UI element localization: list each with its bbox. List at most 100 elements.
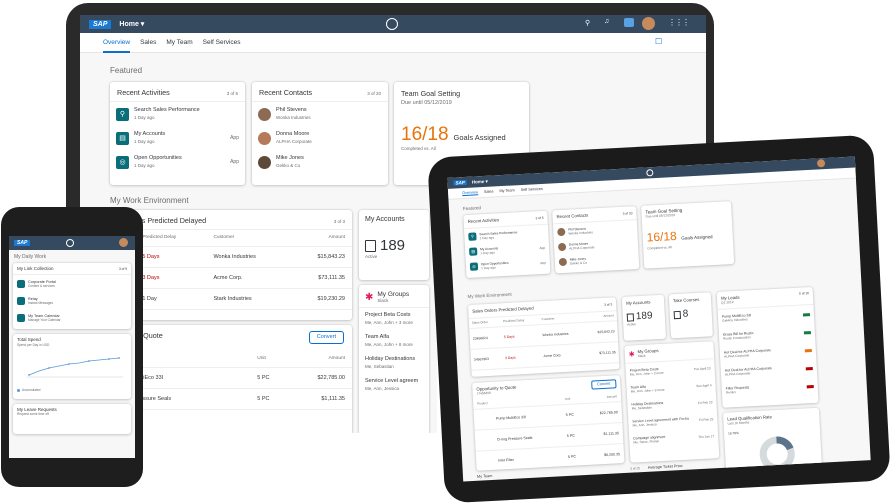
list-item[interactable]: Campaign alignment Me, Steve, Florian Thu … (629, 427, 719, 449)
status-badge (802, 312, 811, 316)
status-badge (806, 384, 814, 388)
accounts-icon (365, 239, 376, 252)
list-item[interactable]: Donna Moore ALPHA Corporate (252, 126, 388, 150)
portal-icon (17, 279, 25, 288)
list-item[interactable]: ◎ Open Opportunities 1 Day ago App (466, 255, 551, 274)
recent-contacts-card[interactable]: Recent Contacts 3 of 20 Phil Stevens Wonka… (552, 206, 640, 274)
phone-screen: SAP My Daily Work My Link Collection 3 of… (9, 236, 135, 458)
list-item[interactable]: Service Level agreem Me, Ann, Jessica (359, 374, 429, 396)
avatar[interactable] (816, 159, 826, 168)
table-row[interactable]: Pump MultiEco 33I5 PC$22,785.00 (110, 367, 352, 389)
avatar[interactable] (642, 17, 655, 30)
card-title: Recent Activities (117, 88, 170, 97)
sap-logo: SAP (453, 179, 467, 186)
list-item[interactable]: Project Beta Costs Me, Ann, John + 3 more (359, 308, 429, 330)
list-item[interactable]: Mike Jones Gekko & Co (554, 250, 639, 269)
accounts-icon: ▤ (116, 131, 129, 145)
list-item[interactable]: Corporate Portal Content & services (13, 275, 131, 292)
edit-icon[interactable]: ☐ (655, 37, 662, 46)
tab-self-services[interactable]: Self Services (203, 39, 241, 46)
featured-title: Featured (462, 205, 482, 212)
tab-self-services[interactable]: Self Services (521, 187, 543, 192)
avatar (557, 242, 567, 251)
kpi-value: 16/18 (401, 124, 449, 145)
copilot-icon[interactable] (66, 239, 74, 247)
my-leads-card[interactable]: My Leads 5 of 10 Q1 2019 Pump MultiEco 33I… (716, 286, 819, 408)
list-item[interactable]: Relay Instant Messages (13, 292, 131, 309)
my-accounts-card[interactable]: My Accounts 189 Active (359, 210, 429, 280)
recent-activities-card[interactable]: Recent Activities 3 of 5 ⚲ Search Sales Pe… (463, 210, 551, 279)
convert-button[interactable]: Convert (590, 379, 617, 390)
card-title: My Groups (377, 291, 410, 298)
team-goal-card[interactable]: Team Goal Setting Due until 05/12/2019 1… (641, 201, 735, 269)
copilot-icon[interactable] (386, 18, 398, 30)
calendar-icon (17, 313, 25, 322)
my-groups-card[interactable]: ✱ My Groups Slack Project Beta Costs Me, A… (624, 341, 720, 463)
card-title: Team Goal Setting (401, 89, 461, 98)
recent-contacts-card[interactable]: Recent Contacts 3 of 20 Phil Stevens Wonka… (252, 82, 388, 185)
accounts-icon: ▤ (468, 246, 478, 256)
shell-bar: SAP (9, 236, 135, 250)
copilot-icon[interactable] (646, 169, 654, 177)
sales-orders-card[interactable]: Sales Orders Predicted Delayed 3 of 3 Sal… (468, 297, 620, 377)
search-icon[interactable]: ⚲ (585, 19, 590, 27)
quote-card[interactable]: unity to Quotey Convert UnitAmount Pump … (110, 325, 352, 433)
my-accounts-card[interactable]: My Accounts 189 Active (621, 294, 667, 341)
table-row[interactable]: O-ring Pressure Seals 5 PC $1,111.35 (110, 388, 352, 410)
total-spend-card[interactable]: Total Spend Spend per Day in USD Accumul… (13, 334, 131, 399)
tab-my-team[interactable]: My Team (166, 39, 192, 46)
status-badge (803, 330, 811, 334)
home-menu[interactable]: Home ▾ (119, 20, 144, 28)
list-item[interactable]: ◎ Open Opportunities 1 Day ago App (110, 150, 245, 174)
relay-icon (17, 296, 25, 305)
tab-sales[interactable]: Sales (484, 189, 494, 193)
tab-overview[interactable]: Overview (103, 33, 131, 53)
quote-table: Product Unit Amount Pump MultiEco 33I 5 PC $… (472, 392, 625, 471)
tab-sales[interactable]: Sales (140, 39, 156, 46)
course-icon (673, 310, 681, 319)
kpi-label: Goals Assigned (453, 133, 506, 142)
legend-marker (17, 388, 20, 392)
list-item[interactable]: Mike Jones Gekko & Co (252, 150, 388, 174)
list-item[interactable]: Phil Stevens Wonka Industries (252, 102, 388, 126)
take-courses-card[interactable]: Take Courses 8 (668, 292, 713, 339)
leave-requests-card[interactable]: My Leave Requests Request some time off (13, 404, 131, 434)
list-item[interactable]: ▤ My Accounts 1 Day ago App (110, 126, 245, 150)
tablet-screen: SAP Home ▾ Overview Sales My Team Self S… (447, 156, 871, 482)
list-item[interactable]: My Team Calendar Manage Your Calendar (13, 309, 131, 326)
opportunities-icon: ◎ (469, 261, 479, 271)
table-row[interactable]: 01 DayStark Industries$19,230.29 (110, 288, 352, 310)
table-row[interactable]: 33 DaysAcme Corp.$73,111.35 (110, 267, 352, 289)
sap-logo: SAP (89, 19, 112, 29)
sales-orders-table: Predicted DelayCustomerAmount 45 DaysWon… (110, 230, 352, 310)
list-item[interactable]: Holiday Destinations Me, Sebastian (359, 352, 429, 374)
avatar (258, 107, 271, 121)
avatar (558, 257, 568, 266)
avatar (258, 155, 271, 169)
card-title: Recent Contacts (259, 88, 313, 97)
table-row[interactable]: 45 DaysWonka Industries$15,843.23 (110, 246, 352, 268)
avatar[interactable] (119, 238, 128, 247)
accounts-icon (626, 312, 635, 322)
my-groups-card[interactable]: ✱ My Groups Slack Project Beta Costs Me, A… (359, 285, 429, 433)
apps-icon[interactable]: ⋮⋮⋮ (668, 18, 690, 27)
shell-bar: SAP Home ▾ ⚲ ♫ ⋮⋮⋮ (80, 15, 706, 33)
notification-icon[interactable]: ♫ (604, 18, 609, 25)
list-item[interactable]: ⚲ Search Sales Performance 1 Day ago (110, 102, 245, 126)
spend-line (28, 357, 120, 376)
list-item[interactable]: Team Alfa Me, Ann, John + 8 more (359, 330, 429, 352)
convert-button[interactable]: Convert (308, 331, 344, 344)
recent-activities-card[interactable]: Recent Activities 3 of 5 ⚲ Search Sales Pe… (110, 82, 245, 185)
tab-overview[interactable]: Overview (462, 189, 479, 196)
list-item[interactable]: Filter Requests Renlux (721, 377, 818, 400)
products-icon[interactable] (624, 18, 634, 27)
status-badge (805, 366, 813, 370)
tab-my-team[interactable]: My Team (499, 188, 515, 193)
avatar (557, 227, 566, 236)
home-menu[interactable]: Home ▾ (472, 178, 488, 185)
quote-card[interactable]: Opportunity to Quote 17456356 Convert Pro… (472, 375, 625, 471)
page-title: My Daily Work (14, 254, 47, 260)
sales-orders-card[interactable]: orders Predicted Delayed 3 of 3 Predicted… (110, 210, 352, 320)
featured-title: Featured (110, 66, 143, 75)
link-collection-card[interactable]: My Link Collection 3 of 9 Corporate Porta… (13, 263, 131, 329)
